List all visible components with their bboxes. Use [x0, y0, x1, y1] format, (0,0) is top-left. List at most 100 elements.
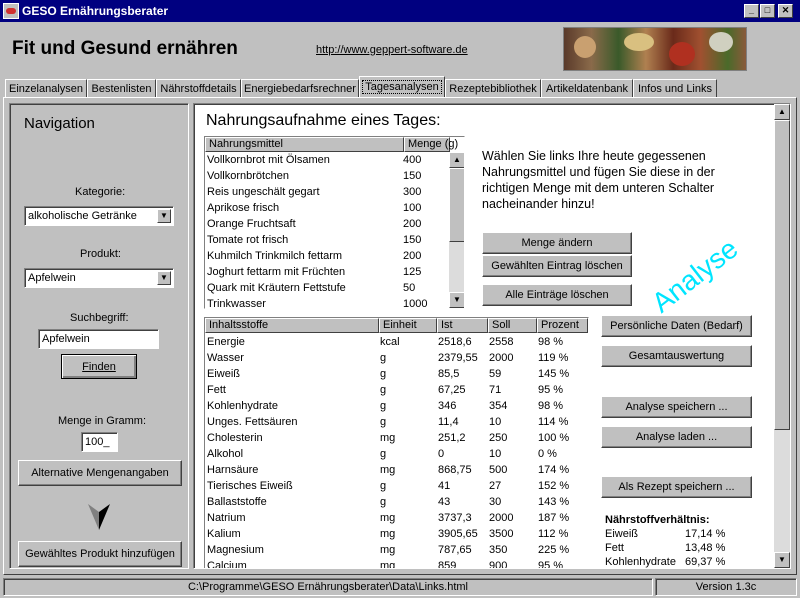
analyse-laden-button[interactable]: Analyse laden ... [601, 426, 752, 448]
table-row[interactable]: Magnesium mg 787,65 350 225 % [205, 543, 588, 559]
nutrient-header-ist[interactable]: Ist [437, 318, 488, 333]
page-title: Nahrungsaufnahme eines Tages: [206, 112, 441, 129]
nutrient-header-soll[interactable]: Soll [488, 318, 537, 333]
tab-tagesanalysen[interactable]: Tagesanalysen [359, 76, 445, 98]
scroll-thumb[interactable] [449, 168, 464, 242]
eintrag-loeschen-button[interactable]: Gewählten Eintrag löschen [482, 255, 632, 277]
nutrient-table[interactable]: Inhaltsstoffe Einheit Ist Soll Prozent E… [204, 317, 589, 569]
nutrient-header-einheit[interactable]: Einheit [379, 318, 437, 333]
nutrient-prozent: 114 % [538, 416, 569, 428]
list-item[interactable]: Trinkwasser 1000 [205, 297, 449, 308]
food-scrollbar[interactable]: ▲ ▼ [449, 152, 464, 308]
table-row[interactable]: Natrium mg 3737,3 2000 187 % [205, 511, 588, 527]
nutrient-name: Eiweiß [207, 368, 241, 380]
nutrient-ist: 787,65 [438, 544, 472, 556]
table-row[interactable]: Tierisches Eiweiß g 41 27 152 % [205, 479, 588, 495]
nutrient-unit: kcal [380, 336, 400, 348]
food-header-menge[interactable]: Menge (g) [404, 137, 458, 152]
table-row[interactable]: Harnsäure mg 868,75 500 174 % [205, 463, 588, 479]
food-name: Vollkornbrötchen [207, 170, 289, 182]
finden-button[interactable]: Finden [61, 354, 137, 379]
nutrient-header-inhaltsstoffe[interactable]: Inhaltsstoffe [205, 318, 379, 333]
nutrient-header-prozent[interactable]: Prozent [537, 318, 588, 333]
table-row[interactable]: Energie kcal 2518,6 2558 98 % [205, 335, 588, 351]
nutrient-soll: 250 [489, 432, 508, 444]
produkt-hinzufuegen-button[interactable]: Gewähltes Produkt hinzufügen [18, 541, 182, 567]
tab-einzelanalysen[interactable]: Einzelanalysen [5, 79, 87, 98]
nutrient-name: Alkohol [207, 448, 244, 460]
kategorie-select[interactable]: alkoholische Getränke ▼ [24, 206, 174, 226]
nutrient-prozent: 119 % [538, 352, 569, 364]
nutrient-ist: 2379,55 [438, 352, 478, 364]
menge-aendern-button[interactable]: Menge ändern [482, 232, 632, 254]
table-row[interactable]: Wasser g 2379,55 2000 119 % [205, 351, 588, 367]
nutrient-unit: mg [380, 512, 396, 524]
close-button[interactable]: ✕ [778, 4, 793, 18]
tab-infos-und-links[interactable]: Infos und Links [633, 79, 717, 98]
kategorie-value: alkoholische Getränke [28, 210, 137, 222]
table-row[interactable]: Kalium mg 3905,65 3500 112 % [205, 527, 588, 543]
food-list[interactable]: Nahrungsmittel Menge (g) Vollkornbrot mi… [204, 136, 465, 309]
vegetables-image [563, 27, 747, 71]
page-scrollbar[interactable]: ▲ ▼ [774, 104, 790, 568]
chevron-down-icon[interactable]: ▼ [157, 209, 171, 223]
produkt-select[interactable]: Apfelwein ▼ [24, 268, 174, 288]
scroll-thumb[interactable] [774, 120, 790, 430]
list-item[interactable]: Tomate rot frisch 150 [205, 233, 449, 249]
persoenliche-daten-button[interactable]: Persönliche Daten (Bedarf) [601, 315, 752, 337]
tab-energiebedarfsrechner[interactable]: Energiebedarfsrechner [241, 79, 359, 98]
table-row[interactable]: Fett g 67,25 71 95 % [205, 383, 588, 399]
list-item[interactable]: Joghurt fettarm mit Früchten 125 [205, 265, 449, 281]
maximize-button[interactable]: □ [760, 4, 775, 18]
scroll-down-icon[interactable]: ▼ [449, 292, 464, 308]
list-item[interactable]: Aprikose frisch 100 [205, 201, 449, 217]
list-item[interactable]: Quark mit Kräutern Fettstufe 50 [205, 281, 449, 297]
table-row[interactable]: Alkohol g 0 10 0 % [205, 447, 588, 463]
ratio-label: Eiweiß [605, 528, 639, 540]
chevron-down-icon[interactable]: ▼ [157, 271, 171, 285]
list-item[interactable]: Orange Fruchtsaft 200 [205, 217, 449, 233]
nutrient-soll: 30 [489, 496, 502, 508]
alle-loeschen-button[interactable]: Alle Einträge löschen [482, 284, 632, 306]
table-row[interactable]: Unges. Fettsäuren g 11,4 10 114 % [205, 415, 588, 431]
nutrient-name: Tierisches Eiweiß [207, 480, 293, 492]
rezept-speichern-button[interactable]: Als Rezept speichern ... [601, 476, 752, 498]
table-row[interactable]: Eiweiß g 85,5 59 145 % [205, 367, 588, 383]
website-link[interactable]: http://www.geppert-software.de [316, 44, 468, 56]
food-amount: 150 [403, 234, 422, 246]
gesamtauswertung-button[interactable]: Gesamtauswertung [601, 345, 752, 367]
minimize-button[interactable]: _ [744, 4, 759, 18]
food-header-name[interactable]: Nahrungsmittel [205, 137, 404, 152]
list-item[interactable]: Vollkornbrötchen 150 [205, 169, 449, 185]
tab-rezeptebibliothek[interactable]: Rezeptebibliothek [445, 79, 541, 98]
table-row[interactable]: Cholesterin mg 251,2 250 100 % [205, 431, 588, 447]
menge-input[interactable]: 100_ [81, 432, 118, 452]
tab-naehrstoffdetails[interactable]: Nährstoffdetails [156, 79, 241, 98]
nutrient-name: Calcium [207, 560, 247, 569]
nutrient-ist: 0 [438, 448, 445, 460]
suchbegriff-input[interactable]: Apfelwein [38, 329, 159, 349]
list-item[interactable]: Reis ungeschält gegart 300 [205, 185, 449, 201]
nutrient-soll: 2558 [489, 336, 514, 348]
table-row[interactable]: Ballaststoffe g 43 30 143 % [205, 495, 588, 511]
scroll-up-icon[interactable]: ▲ [774, 104, 790, 120]
window-title: GESO Ernährungsberater [22, 4, 169, 18]
nutrient-soll: 354 [489, 400, 508, 412]
list-item[interactable]: Kuhmilch Trinkmilch fettarm 200 [205, 249, 449, 265]
tab-bestenlisten[interactable]: Bestenlisten [87, 79, 156, 98]
scroll-up-icon[interactable]: ▲ [449, 152, 464, 168]
nutrient-unit: mg [380, 528, 396, 540]
nutrient-prozent: 95 % [538, 384, 564, 396]
scroll-down-icon[interactable]: ▼ [774, 552, 790, 568]
food-name: Joghurt fettarm mit Früchten [207, 266, 346, 278]
tab-artikeldatenbank[interactable]: Artikeldatenbank [541, 79, 633, 98]
food-amount: 100 [403, 202, 422, 214]
nutrient-soll: 10 [489, 416, 502, 428]
analyse-speichern-button[interactable]: Analyse speichern ... [601, 396, 752, 418]
list-item[interactable]: Vollkornbrot mit Ölsamen 400 [205, 153, 449, 169]
table-row[interactable]: Calcium mg 859 900 95 % [205, 559, 588, 569]
alternative-mengen-button[interactable]: Alternative Mengenangaben [18, 460, 182, 486]
table-row[interactable]: Kohlenhydrate g 346 354 98 % [205, 399, 588, 415]
nutrient-ist: 3737,3 [438, 512, 472, 524]
nutrient-soll: 27 [489, 480, 502, 492]
